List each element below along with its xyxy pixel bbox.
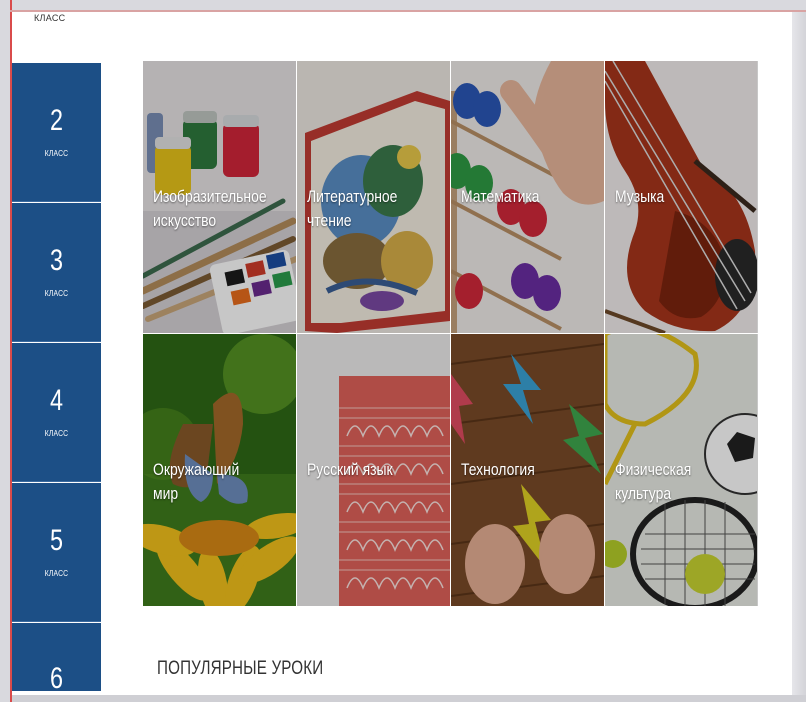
grade-item-3[interactable]: 3 КЛАСС <box>12 203 101 342</box>
grade-label: КЛАСС <box>44 569 69 578</box>
subject-title: Физическая культура <box>615 460 692 503</box>
grade-label: КЛАСС <box>44 289 69 298</box>
popular-lessons-heading: ПОПУЛЯРНЫЕ УРОКИ <box>157 658 324 679</box>
grade-item-5[interactable]: 5 КЛАСС <box>12 483 101 622</box>
grade-sidebar: 2 КЛАСС 3 КЛАСС 4 КЛАСС 5 КЛАСС 6 <box>12 51 101 695</box>
subject-tile-math[interactable]: Математика <box>451 61 604 333</box>
grade-number: 3 <box>49 244 64 277</box>
subject-title: Музыка <box>615 187 665 206</box>
subject-tile-technology[interactable]: Технология <box>451 334 604 606</box>
subject-title: Технология <box>461 460 535 479</box>
grade-item-2[interactable]: 2 КЛАСС <box>12 63 101 202</box>
subject-tile-art[interactable]: Изобразительное искусство <box>143 61 296 333</box>
subject-tile-russian[interactable]: Русский язык <box>297 334 450 606</box>
subject-title: Русский язык <box>307 460 393 479</box>
subject-tile-music[interactable]: Музыка <box>605 61 758 333</box>
bottom-edge <box>12 695 806 702</box>
grade-item-6[interactable]: 6 <box>12 623 101 695</box>
subject-tile-pe[interactable]: Физическая культура <box>605 334 758 606</box>
subjects-grid: Изобразительное искусство Литературное ч… <box>143 61 758 606</box>
grade-number: 4 <box>49 384 64 417</box>
subject-tile-world[interactable]: Окружающий мир <box>143 334 296 606</box>
right-edge <box>792 12 806 702</box>
subject-title: Математика <box>461 187 540 206</box>
subject-title: Литературное чтение <box>307 187 398 230</box>
grade-item-4[interactable]: 4 КЛАСС <box>12 343 101 482</box>
grade-label: КЛАСС <box>44 429 69 438</box>
subject-tile-literature[interactable]: Литературное чтение <box>297 61 450 333</box>
previous-grade-label: КЛАСС <box>34 13 66 23</box>
grade-number: 2 <box>49 104 64 137</box>
grade-number: 6 <box>49 662 64 695</box>
subject-title: Изобразительное искусство <box>153 187 267 230</box>
grade-label: КЛАСС <box>44 149 69 158</box>
subject-title: Окружающий мир <box>153 460 240 503</box>
grade-number: 5 <box>49 524 64 557</box>
